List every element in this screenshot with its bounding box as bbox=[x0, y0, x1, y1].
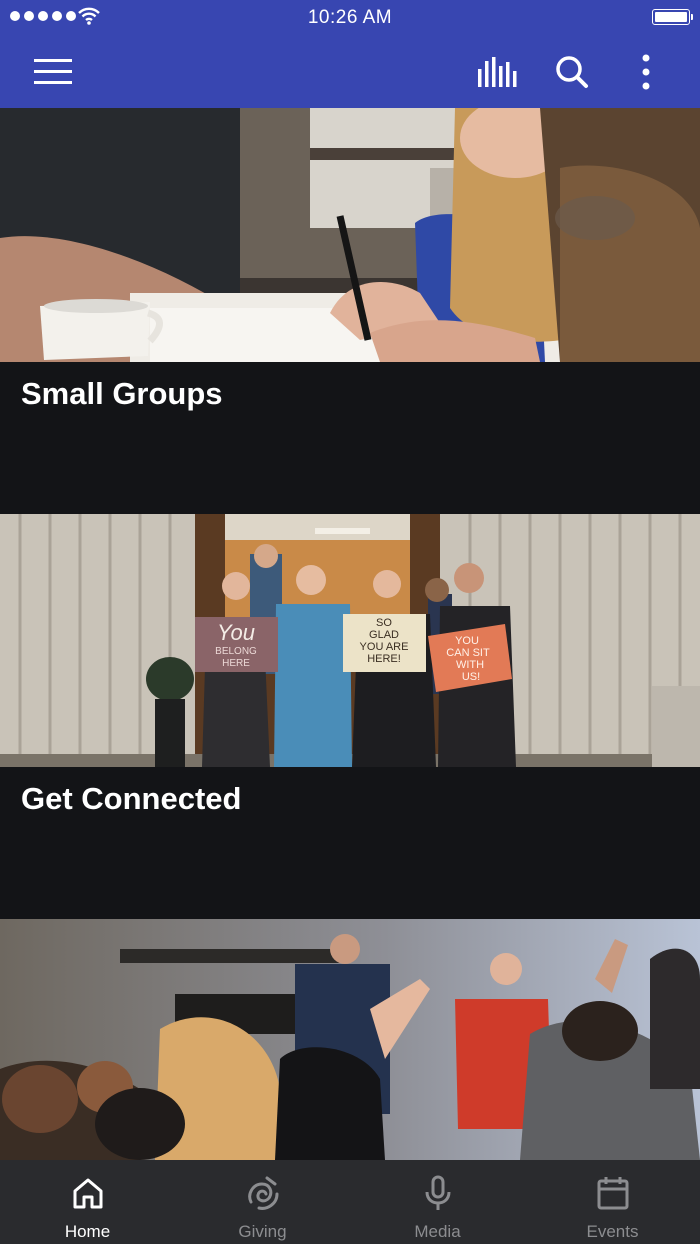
sign-text: YOU bbox=[455, 635, 479, 647]
tab-events[interactable]: Events bbox=[525, 1160, 700, 1244]
sign-text: SO bbox=[376, 617, 392, 629]
sign-text: BELONG bbox=[215, 646, 257, 657]
more-options-button[interactable] bbox=[626, 36, 666, 108]
tab-home[interactable]: Home bbox=[0, 1160, 175, 1244]
sign-text: US! bbox=[462, 671, 480, 683]
tab-label: Events bbox=[586, 1222, 639, 1241]
status-bar: 10:26 AM bbox=[0, 0, 700, 36]
sign-text: HERE! bbox=[367, 653, 401, 665]
status-time: 10:26 AM bbox=[307, 7, 393, 28]
sign-text: GLAD bbox=[369, 629, 399, 641]
tab-media[interactable]: Media bbox=[350, 1160, 525, 1244]
microphone-icon bbox=[425, 1175, 450, 1210]
menu-button[interactable] bbox=[24, 36, 82, 108]
card-title: Get Connected bbox=[21, 781, 242, 816]
giving-icon bbox=[247, 1176, 278, 1210]
search-icon bbox=[556, 56, 588, 88]
tab-label: Giving bbox=[238, 1222, 287, 1241]
sign-text: HERE bbox=[222, 658, 250, 669]
card-title: Small Groups bbox=[21, 376, 223, 411]
sign-text: WITH bbox=[456, 659, 484, 671]
sign-text: You bbox=[217, 620, 255, 645]
audio-button[interactable] bbox=[470, 36, 526, 108]
calendar-icon bbox=[597, 1177, 628, 1210]
people-writing-at-table-photo bbox=[0, 108, 700, 362]
group-holding-welcome-signs-photo: You BELONG HERE SO GLAD YOU ARE HERE! YO… bbox=[0, 514, 700, 767]
app-bar bbox=[0, 36, 700, 108]
battery-icon bbox=[652, 9, 693, 25]
tab-label: Media bbox=[414, 1222, 461, 1241]
bottom-tab-bar: Home Giving Media Events bbox=[0, 1160, 700, 1244]
home-icon bbox=[73, 1178, 102, 1209]
small-groups-card[interactable]: Small Groups bbox=[0, 108, 700, 514]
more-vertical-icon bbox=[642, 54, 650, 90]
equalizer-icon bbox=[478, 57, 517, 87]
tab-giving[interactable]: Giving bbox=[175, 1160, 350, 1244]
menu-icon bbox=[34, 59, 72, 84]
worship-card[interactable] bbox=[0, 919, 700, 1160]
worship-service-photo bbox=[0, 919, 700, 1160]
get-connected-card[interactable]: You BELONG HERE SO GLAD YOU ARE HERE! YO… bbox=[0, 514, 700, 919]
tab-label: Home bbox=[64, 1222, 111, 1241]
sign-text: YOU ARE bbox=[360, 641, 409, 653]
search-button[interactable] bbox=[546, 36, 598, 108]
sign-text: CAN SIT bbox=[446, 647, 490, 659]
